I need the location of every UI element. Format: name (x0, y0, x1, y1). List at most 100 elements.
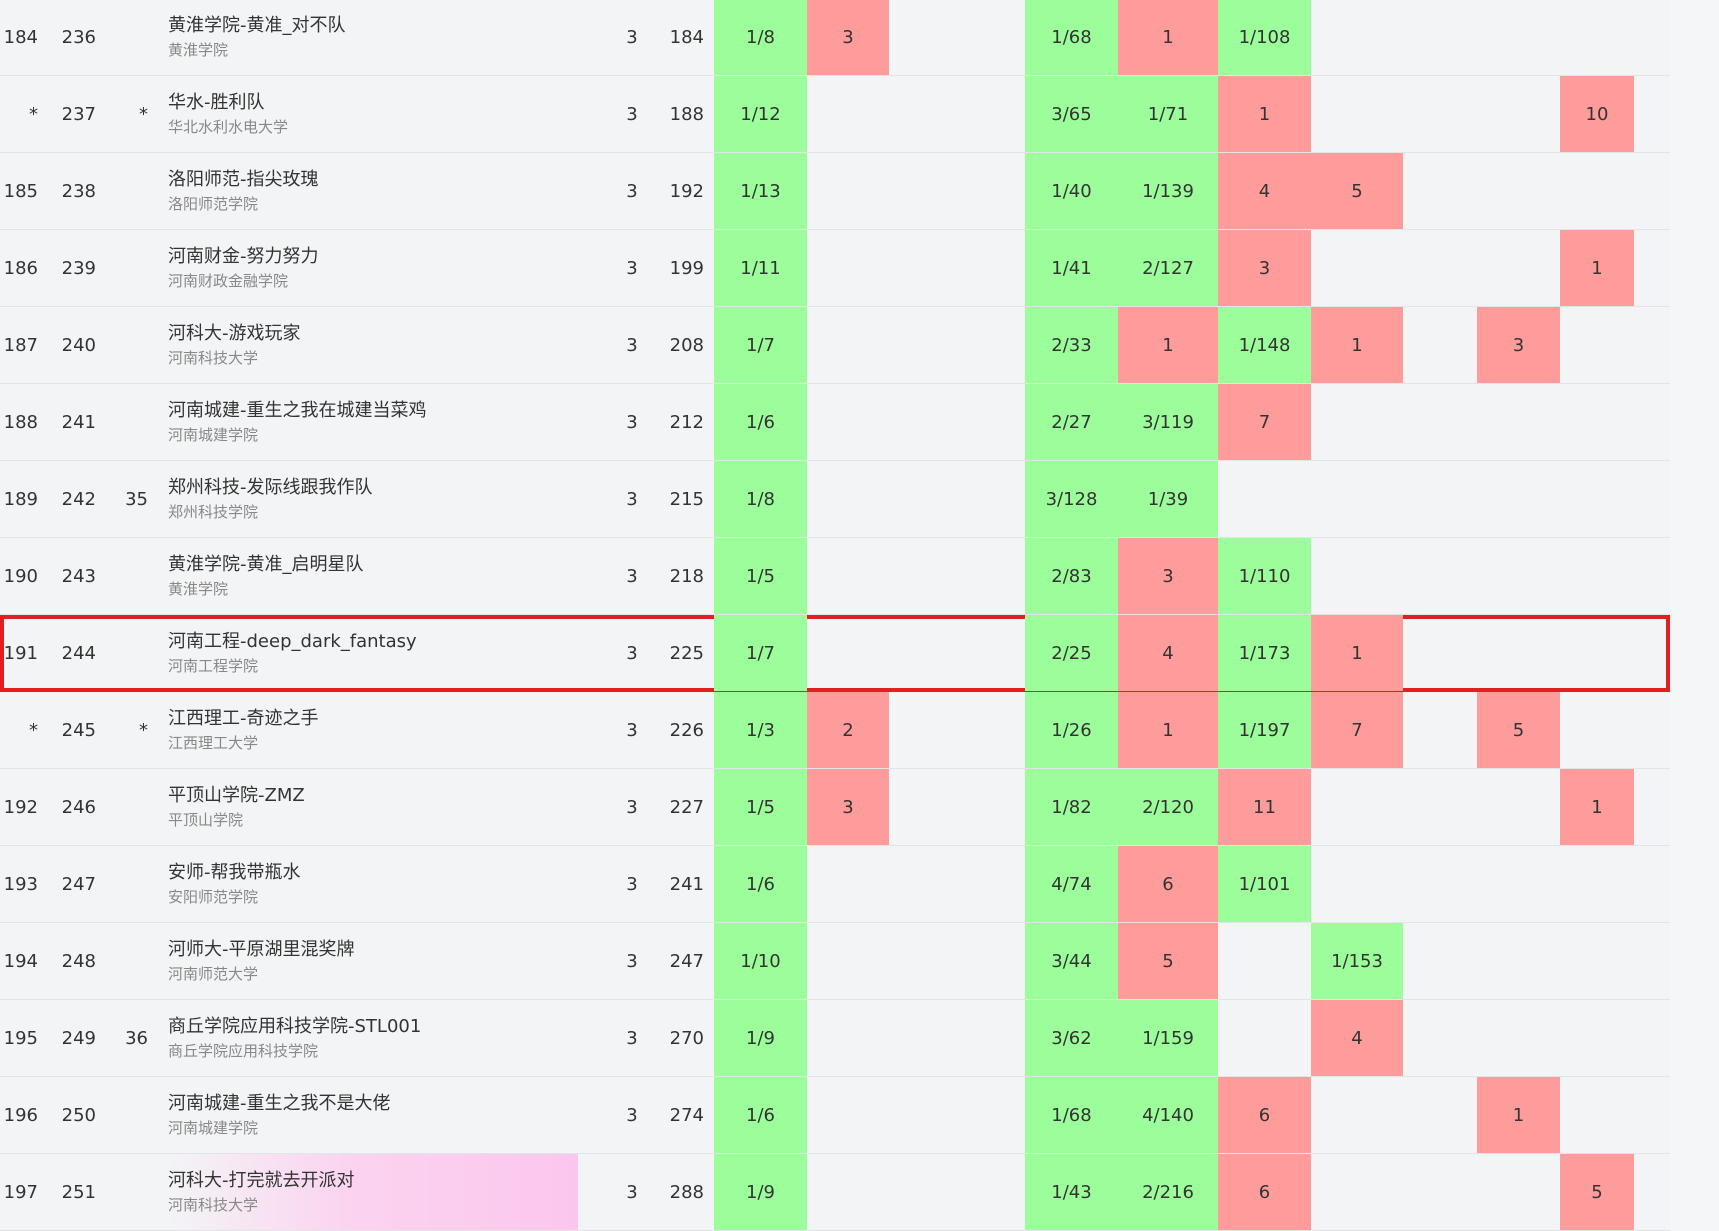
problem-cell-accepted[interactable]: 3/65 (1025, 76, 1118, 152)
team-cell[interactable]: 安师-帮我带瓶水 安阳师范学院 (168, 846, 578, 922)
problem-cell-rejected[interactable]: 7 (1218, 384, 1311, 460)
table-row[interactable]: 194 248 河师大-平原湖里混奖牌 河南师范大学 3 247 1/10 3/44 5 1/15… (0, 923, 1670, 1000)
problem-cell-rejected[interactable]: 3 (1477, 307, 1560, 383)
problem-cell-accepted[interactable]: 4/74 (1025, 846, 1118, 922)
problem-cell-rejected[interactable]: 1 (1560, 230, 1634, 306)
problem-cell-accepted[interactable]: 1/6 (714, 1077, 807, 1153)
problem-cell-rejected[interactable]: 1 (1218, 76, 1311, 152)
team-cell[interactable]: 河科大-打完就去开派对 河南科技大学 (168, 1154, 578, 1230)
problem-cell-accepted[interactable]: 2/25 (1025, 615, 1118, 691)
team-name[interactable]: 河南财金-努力努力 (168, 244, 578, 270)
problem-cell-accepted[interactable]: 1/108 (1218, 0, 1311, 75)
team-cell[interactable]: 江西理工-奇迹之手 江西理工大学 (168, 692, 578, 768)
team-cell[interactable]: 平顶山学院-ZMZ 平顶山学院 (168, 769, 578, 845)
problem-cell-accepted[interactable]: 1/8 (714, 461, 807, 537)
table-row[interactable]: 185 238 洛阳师范-指尖玫瑰 洛阳师范学院 3 192 1/13 1/40 1/139 4 5 (0, 153, 1670, 230)
problem-cell-accepted[interactable]: 2/120 (1118, 769, 1218, 845)
problem-cell-accepted[interactable]: 1/8 (714, 0, 807, 75)
table-row[interactable]: * 245 * 江西理工-奇迹之手 江西理工大学 3 226 1/3 2 1/26 1 1/197 7 5 (0, 692, 1670, 769)
problem-cell-accepted[interactable]: 1/7 (714, 307, 807, 383)
problem-cell-accepted[interactable]: 1/82 (1025, 769, 1118, 845)
problem-cell-rejected[interactable]: 11 (1218, 769, 1311, 845)
problem-cell-accepted[interactable]: 1/13 (714, 153, 807, 229)
problem-cell-rejected[interactable]: 4 (1311, 1000, 1403, 1076)
problem-cell-accepted[interactable]: 1/11 (714, 230, 807, 306)
problem-cell-rejected[interactable]: 5 (1477, 692, 1560, 768)
problem-cell-accepted[interactable]: 2/33 (1025, 307, 1118, 383)
problem-cell-accepted[interactable]: 1/26 (1025, 692, 1118, 768)
team-cell[interactable]: 河南城建-重生之我不是大佬 河南城建学院 (168, 1077, 578, 1153)
problem-cell-rejected[interactable]: 6 (1218, 1154, 1311, 1230)
problem-cell-accepted[interactable]: 1/7 (714, 615, 807, 691)
team-name[interactable]: 安师-帮我带瓶水 (168, 860, 578, 886)
table-row[interactable]: 188 241 河南城建-重生之我在城建当菜鸡 河南城建学院 3 212 1/6 2/27 3/… (0, 384, 1670, 461)
problem-cell-accepted[interactable]: 1/9 (714, 1154, 807, 1230)
problem-cell-accepted[interactable]: 2/127 (1118, 230, 1218, 306)
team-cell[interactable]: 洛阳师范-指尖玫瑰 洛阳师范学院 (168, 153, 578, 229)
table-row[interactable]: 196 250 河南城建-重生之我不是大佬 河南城建学院 3 274 1/6 1/68 4/14… (0, 1077, 1670, 1154)
problem-cell-accepted[interactable]: 1/139 (1118, 153, 1218, 229)
team-name[interactable]: 黄淮学院-黄准_对不队 (168, 13, 578, 39)
problem-cell-accepted[interactable]: 1/5 (714, 538, 807, 614)
team-name[interactable]: 黄淮学院-黄准_启明星队 (168, 552, 578, 578)
problem-cell-rejected[interactable]: 1 (1118, 692, 1218, 768)
table-row[interactable]: 187 240 河科大-游戏玩家 河南科技大学 3 208 1/7 2/33 1 1/148 1 3 (0, 307, 1670, 384)
team-cell[interactable]: 黄淮学院-黄准_启明星队 黄淮学院 (168, 538, 578, 614)
problem-cell-rejected[interactable]: 1 (1118, 307, 1218, 383)
problem-cell-accepted[interactable]: 1/12 (714, 76, 807, 152)
problem-cell-rejected[interactable]: 5 (1560, 1154, 1634, 1230)
problem-cell-rejected[interactable]: 6 (1218, 1077, 1311, 1153)
problem-cell-accepted[interactable]: 1/110 (1218, 538, 1311, 614)
problem-cell-accepted[interactable]: 4/140 (1118, 1077, 1218, 1153)
problem-cell-accepted[interactable]: 1/71 (1118, 76, 1218, 152)
table-row[interactable]: 190 243 黄淮学院-黄准_启明星队 黄淮学院 3 218 1/5 2/83 3 1/110 (0, 538, 1670, 615)
problem-cell-rejected[interactable]: 1 (1311, 307, 1403, 383)
table-row[interactable]: 195 249 36 商丘学院应用科技学院-STL001 商丘学院应用科技学院 3 270 1… (0, 1000, 1670, 1077)
problem-cell-accepted[interactable]: 1/41 (1025, 230, 1118, 306)
problem-cell-rejected[interactable]: 3 (1118, 538, 1218, 614)
team-name[interactable]: 郑州科技-发际线跟我作队 (168, 475, 578, 501)
problem-cell-rejected[interactable]: 3 (807, 0, 889, 75)
team-cell[interactable]: 华水-胜利队 华北水利水电大学 (168, 76, 578, 152)
problem-cell-accepted[interactable]: 3/128 (1025, 461, 1118, 537)
problem-cell-accepted[interactable]: 1/43 (1025, 1154, 1118, 1230)
table-row[interactable]: 189 242 35 郑州科技-发际线跟我作队 郑州科技学院 3 215 1/8 3/128 1/… (0, 461, 1670, 538)
problem-cell-rejected[interactable]: 5 (1311, 153, 1403, 229)
team-name[interactable]: 江西理工-奇迹之手 (168, 706, 578, 732)
problem-cell-rejected[interactable]: 1 (1311, 615, 1403, 691)
problem-cell-rejected[interactable]: 10 (1560, 76, 1634, 152)
team-cell[interactable]: 河南城建-重生之我在城建当菜鸡 河南城建学院 (168, 384, 578, 460)
problem-cell-accepted[interactable]: 1/197 (1218, 692, 1311, 768)
team-cell[interactable]: 河南工程-deep_dark_fantasy 河南工程学院 (168, 615, 578, 691)
problem-cell-accepted[interactable]: 1/6 (714, 384, 807, 460)
problem-cell-accepted[interactable]: 2/27 (1025, 384, 1118, 460)
problem-cell-accepted[interactable]: 1/6 (714, 846, 807, 922)
problem-cell-accepted[interactable]: 1/40 (1025, 153, 1118, 229)
team-name[interactable]: 洛阳师范-指尖玫瑰 (168, 167, 578, 193)
problem-cell-accepted[interactable]: 1/68 (1025, 1077, 1118, 1153)
problem-cell-accepted[interactable]: 1/159 (1118, 1000, 1218, 1076)
problem-cell-accepted[interactable]: 1/101 (1218, 846, 1311, 922)
problem-cell-accepted[interactable]: 3/119 (1118, 384, 1218, 460)
problem-cell-rejected[interactable]: 4 (1218, 153, 1311, 229)
problem-cell-accepted[interactable]: 2/83 (1025, 538, 1118, 614)
team-cell[interactable]: 河南财金-努力努力 河南财政金融学院 (168, 230, 578, 306)
team-name[interactable]: 河科大-游戏玩家 (168, 321, 578, 347)
table-row[interactable]: 193 247 安师-帮我带瓶水 安阳师范学院 3 241 1/6 4/74 6 1/101 (0, 846, 1670, 923)
problem-cell-rejected[interactable]: 1 (1118, 0, 1218, 75)
table-row[interactable]: 186 239 河南财金-努力努力 河南财政金融学院 3 199 1/11 1/41 2/127… (0, 230, 1670, 307)
problem-cell-accepted[interactable]: 3/44 (1025, 923, 1118, 999)
team-name[interactable]: 华水-胜利队 (168, 90, 578, 116)
team-name[interactable]: 河南城建-重生之我不是大佬 (168, 1091, 578, 1117)
team-cell[interactable]: 河师大-平原湖里混奖牌 河南师范大学 (168, 923, 578, 999)
problem-cell-accepted[interactable]: 1/68 (1025, 0, 1118, 75)
highlighted-table-row[interactable]: 191 244 河南工程-deep_dark_fantasy 河南工程学院 3 225 1/… (0, 615, 1670, 692)
team-cell[interactable]: 商丘学院应用科技学院-STL001 商丘学院应用科技学院 (168, 1000, 578, 1076)
problem-cell-accepted[interactable]: 1/39 (1118, 461, 1218, 537)
problem-cell-accepted[interactable]: 1/148 (1218, 307, 1311, 383)
problem-cell-accepted[interactable]: 2/216 (1118, 1154, 1218, 1230)
team-cell[interactable]: 黄淮学院-黄准_对不队 黄淮学院 (168, 0, 578, 75)
team-name[interactable]: 商丘学院应用科技学院-STL001 (168, 1014, 578, 1040)
team-name[interactable]: 河南城建-重生之我在城建当菜鸡 (168, 398, 578, 424)
problem-cell-rejected[interactable]: 2 (807, 692, 889, 768)
